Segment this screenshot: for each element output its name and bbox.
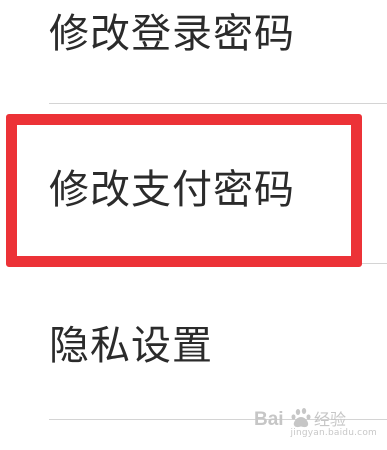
menu-item-change-login-password[interactable]: 修改登录密码 [0,0,387,104]
menu-item-label: 隐私设置 [49,323,213,369]
menu-item-label: 修改支付密码 [49,167,295,213]
menu-item-change-payment-password[interactable]: 修改支付密码 [0,104,387,264]
divider [49,419,387,420]
settings-menu-list: 修改登录密码 修改支付密码 隐私设置 [0,0,387,450]
menu-item-label: 修改登录密码 [49,11,295,57]
menu-item-privacy-settings[interactable]: 隐私设置 [0,264,387,424]
